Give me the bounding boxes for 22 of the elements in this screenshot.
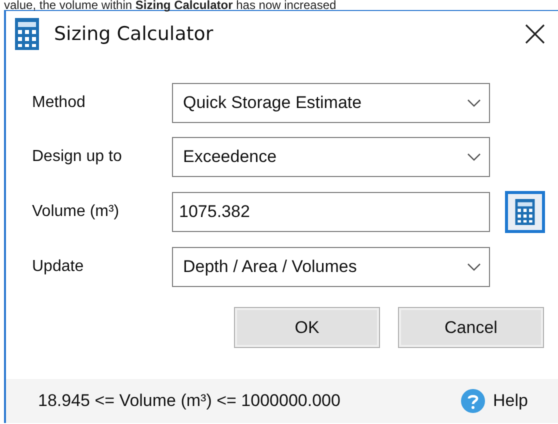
calculator-icon [15,18,39,50]
volume-input-field[interactable]: 1075.382 [172,192,490,232]
caret-icon [467,263,481,271]
field-label: Design up to [32,148,123,166]
cancel-button[interactable]: Cancel [398,307,544,348]
field-label: Method [32,94,86,112]
dropdown[interactable]: Exceedence [172,137,490,177]
help-icon[interactable] [460,388,486,414]
caret-icon [467,99,481,107]
calculator-button[interactable] [505,191,545,233]
dropdown[interactable]: Quick Storage Estimate [172,83,490,123]
field-label: Volume (m³) [32,203,120,221]
caret-icon [467,153,481,161]
window-title: Sizing Calculator [54,23,214,45]
field-label: Update [32,258,85,276]
close-icon[interactable] [524,23,546,45]
context-text: value, the volume within Sizing Calculator has now increased [3,0,338,10]
calculator-icon [515,199,535,225]
help-link[interactable]: Help [493,391,528,411]
ok-button[interactable]: OK [234,307,380,348]
dropdown[interactable]: Depth / Area / Volumes [172,247,490,287]
volume-range-text: 18.945 <= Volume (m³) <= 1000000.000 [38,391,340,411]
